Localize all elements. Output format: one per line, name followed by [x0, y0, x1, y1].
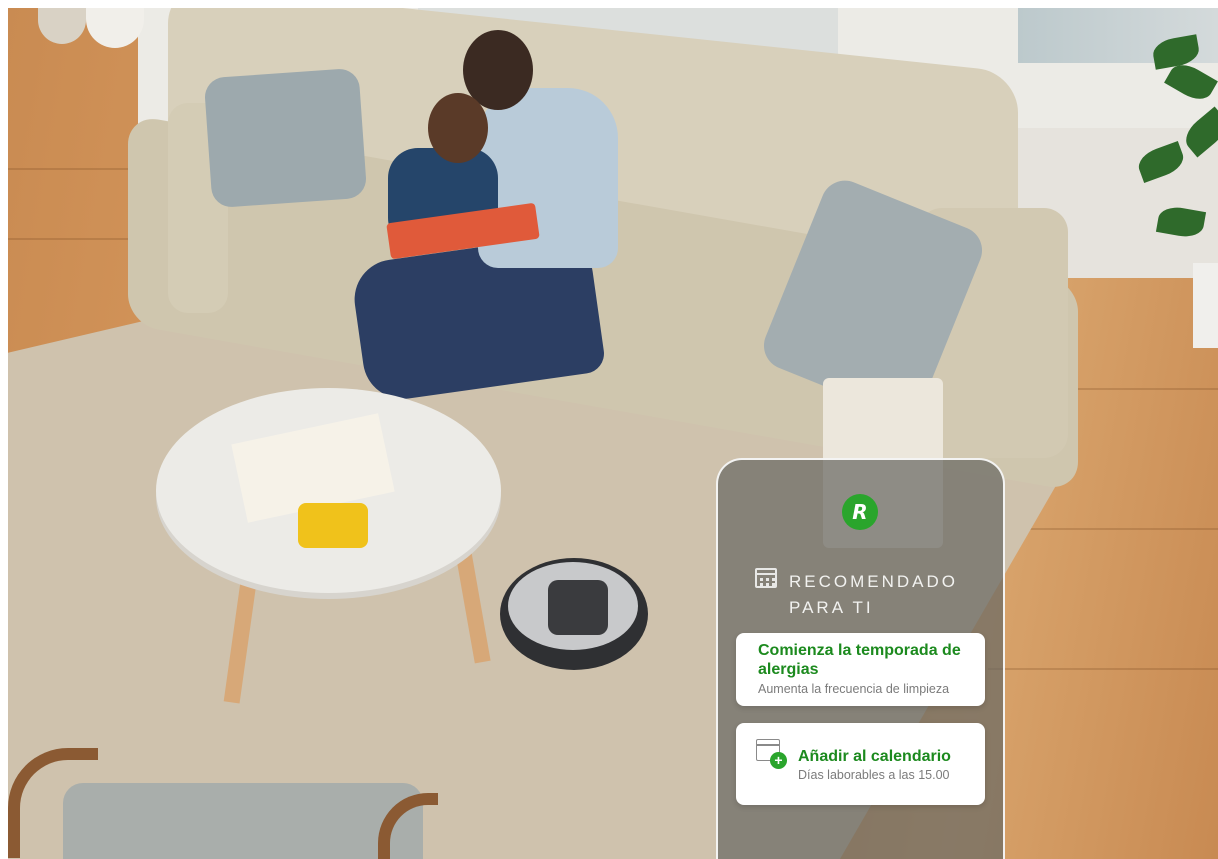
calendar-icon	[755, 568, 777, 588]
boy-head	[428, 93, 488, 163]
card-subtitle: Aumenta la frecuencia de limpieza	[758, 682, 950, 696]
irobot-logo-icon: R	[842, 494, 878, 530]
floor-board-line	[1008, 528, 1218, 530]
card-subtitle: Días laborables a las 15.00	[798, 768, 950, 782]
vase	[38, 8, 86, 44]
armchair-seat	[63, 783, 423, 859]
vase	[86, 8, 144, 48]
plus-icon: +	[770, 752, 787, 769]
toy-truck	[298, 503, 368, 548]
robot-vacuum-center	[548, 580, 608, 635]
add-to-calendar-card[interactable]: + Añadir al calendario Días laborables a…	[736, 723, 985, 805]
card-title: Comienza la temporada de alergias	[758, 642, 961, 678]
recommendation-card-allergy[interactable]: Comienza la temporada de alergias Aument…	[736, 633, 985, 706]
cushion	[203, 67, 368, 209]
floor-board-line	[988, 668, 1218, 670]
living-room-photo	[8, 8, 1218, 859]
floor-board-line	[8, 238, 148, 240]
floor-board-line	[8, 168, 148, 170]
section-title: RECOMENDADO PARA TI	[789, 572, 959, 617]
card-title: Añadir al calendario	[798, 748, 951, 765]
plant-pot	[1193, 263, 1218, 348]
